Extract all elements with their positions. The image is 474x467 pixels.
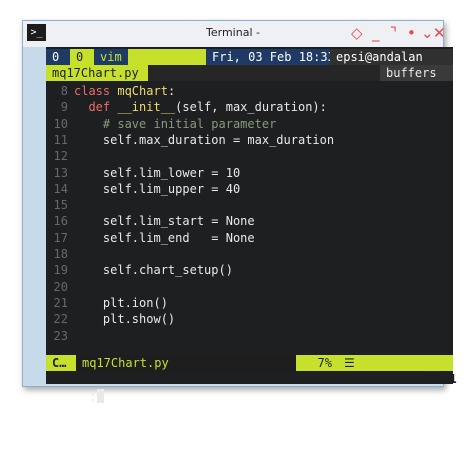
code-token: : — [167, 84, 176, 98]
buffers-label: buffers — [380, 65, 453, 81]
line-number: 16 — [53, 214, 68, 229]
tab-count-1[interactable]: 0 — [46, 49, 70, 65]
code-token: (self, max_duration): — [175, 100, 327, 115]
line-number: 14 — [53, 181, 68, 196]
line-number: 19 — [53, 263, 68, 278]
buffer-tab-file[interactable]: mq17Chart.py — [46, 65, 148, 81]
line-number: 8 — [60, 84, 68, 98]
code-line[interactable]: 20 — [46, 279, 453, 295]
code-token: self.lim_lower = 10 — [74, 165, 241, 180]
code-line[interactable]: 11 self.max_duration = max_duration — [46, 132, 453, 148]
code-text: class mqChart: — [74, 83, 175, 99]
line-number: 20 — [53, 279, 68, 294]
minimize-icon[interactable]: _ — [372, 23, 380, 43]
code-line[interactable]: 17 self.lim_end = None — [46, 230, 453, 246]
line-number: 23 — [53, 328, 68, 343]
code-text: self.lim_lower = 10 — [74, 165, 240, 181]
code-token: self.lim_upper = 40 — [74, 181, 241, 196]
line-number: 18 — [53, 247, 68, 261]
code-text: self.chart_setup() — [74, 262, 233, 278]
line-number: 10 — [53, 116, 68, 131]
text-cursor — [96, 389, 104, 403]
code-token: self.max_duration = max_duration — [74, 132, 335, 147]
code-line[interactable]: 18 — [46, 246, 453, 262]
tab-count-2[interactable]: 0 — [70, 49, 94, 65]
status-mode: C… — [46, 355, 76, 371]
code-token: self.lim_end = None — [74, 230, 255, 245]
vim-tabline: 0 0 vim Fri, 03 Feb 18:33 epsi@andalan — [46, 49, 453, 65]
code-token: mqChart — [117, 84, 168, 98]
line-number: 15 — [53, 198, 68, 213]
line-number: 22 — [53, 312, 68, 327]
user-host: epsi@andalan — [330, 49, 453, 65]
vim-command-line[interactable]: : — [46, 373, 453, 404]
code-text: def __init__(self, max_duration): — [74, 99, 327, 115]
shade-icon[interactable]: ⌄ — [421, 23, 434, 43]
clock-datetime: Fri, 03 Feb 18:33 — [206, 49, 335, 65]
vim-bufferline: mq17Chart.py buffers — [46, 65, 453, 81]
status-percent: 7% — [296, 355, 338, 371]
status-position: 8: 1 — [364, 355, 457, 386]
line-number: 21 — [53, 295, 68, 310]
code-line[interactable]: 22 plt.show() — [46, 311, 453, 327]
maximize-icon[interactable]: ⌝ — [390, 23, 397, 43]
code-token: self.lim_start = None — [74, 214, 255, 229]
code-line[interactable]: 23 — [46, 328, 453, 344]
code-line[interactable]: 15 — [46, 197, 453, 213]
code-line[interactable]: 19 self.chart_setup() — [46, 262, 453, 278]
tabline-spacer — [128, 49, 206, 65]
command-prompt: : — [89, 390, 97, 404]
sticky-icon[interactable]: ◇ — [351, 23, 363, 43]
vim-statusline: C… mq17Chart.py 7% ☰ 8: 1 — [46, 355, 457, 386]
code-token: self.chart_setup() — [74, 263, 233, 278]
dot-icon[interactable]: • — [407, 23, 416, 43]
code-token: __init__ — [117, 100, 176, 115]
code-text: self.max_duration = max_duration — [74, 132, 334, 148]
line-number: 9 — [60, 100, 68, 115]
code-text: self.lim_end = None — [74, 230, 255, 246]
title-bar[interactable]: >_ Terminal - ◇ _ ⌝ • ⌄ ✕ — [23, 21, 446, 47]
code-line[interactable]: 9 def __init__(self, max_duration): — [46, 99, 453, 115]
code-text: plt.ion() — [74, 295, 168, 311]
code-line[interactable]: 10 # save initial parameter — [46, 116, 453, 132]
window-title: Terminal - — [206, 26, 260, 39]
code-text: self.lim_upper = 40 — [74, 181, 240, 197]
terminal-content[interactable]: 0 0 vim Fri, 03 Feb 18:33 epsi@andalan m… — [46, 47, 457, 404]
code-token: def — [88, 100, 118, 115]
code-text: plt.show() — [74, 311, 175, 327]
code-token: # save initial parameter — [74, 116, 277, 131]
vim-mode-label: vim — [94, 49, 128, 65]
code-line[interactable]: 8 class mqChart: — [46, 83, 453, 99]
line-number: 11 — [53, 132, 68, 147]
line-number: 17 — [53, 230, 68, 245]
code-token: plt.show() — [74, 312, 176, 327]
code-line[interactable]: 13 self.lim_lower = 10 — [46, 165, 453, 181]
code-line[interactable]: 16 self.lim_start = None — [46, 213, 453, 229]
code-token: plt.ion() — [74, 295, 168, 310]
line-number: 13 — [53, 165, 68, 180]
status-filename: mq17Chart.py — [76, 355, 176, 371]
code-token: class — [74, 84, 118, 98]
code-line[interactable]: 14 self.lim_upper = 40 — [46, 181, 453, 197]
line-number-icon: ☰ — [338, 355, 364, 371]
close-icon[interactable]: ✕ — [433, 23, 446, 43]
code-text: # save initial parameter — [74, 116, 276, 132]
code-text: self.lim_start = None — [74, 213, 255, 229]
line-number: 12 — [53, 149, 68, 164]
terminal-window: >_ Terminal - ◇ _ ⌝ • ⌄ ✕ 0 0 vim Fri, 0… — [22, 20, 457, 404]
code-line[interactable]: 21 plt.ion() — [46, 295, 453, 311]
code-line[interactable]: 12 — [46, 148, 453, 164]
